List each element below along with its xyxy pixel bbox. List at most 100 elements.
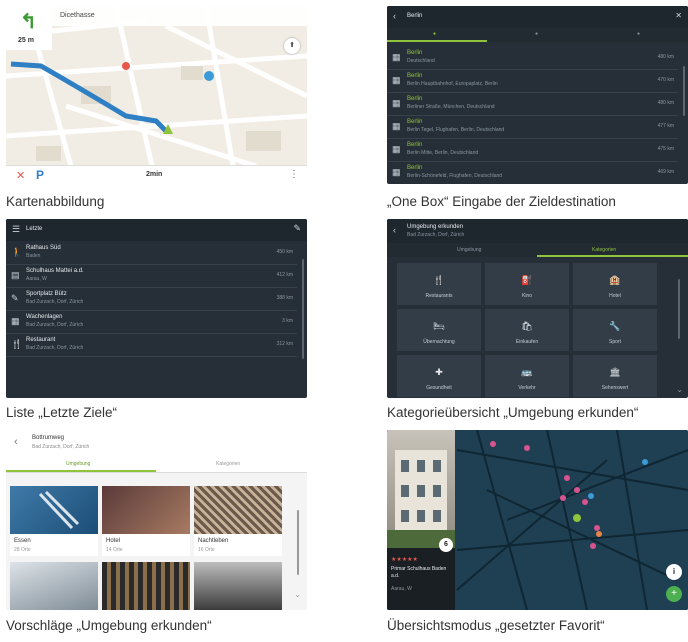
- parking-button[interactable]: P: [36, 168, 44, 182]
- back-icon[interactable]: ‹: [393, 225, 396, 235]
- categories-tabs: Umgebung Kategorien: [387, 243, 688, 257]
- category-tile[interactable]: 🏨 Hotel: [573, 263, 657, 305]
- recent-screenshot: ☰ Letzte ✎ 🚶 Rathaus Süd Baden 450 km ▤ …: [6, 219, 307, 398]
- onebox-screenshot: ‹ Berlin ✕ ● ● ● ▦ Berlin Deutschland 48…: [387, 6, 688, 184]
- building-icon: ▦: [392, 144, 401, 154]
- caption-suggestions: Vorschläge „Umgebung erkunden“: [6, 618, 212, 633]
- street-name: Dicethasse: [60, 12, 95, 19]
- bottom-bar: ✕ P 2min ⋮: [6, 165, 307, 184]
- categories-screenshot: ‹ Umgebung erkunden Bad Zurzach, Dorf, Z…: [387, 219, 688, 398]
- recent-header: ☰ Letzte ✎: [6, 219, 307, 241]
- place-name: Primar Schulhaus Baden a.d.: [391, 566, 447, 579]
- building-icon: ▦: [392, 167, 401, 177]
- result-list: ▦ Berlin Deutschland 480 km ▦ Berlin Ber…: [387, 46, 688, 184]
- hotel-photo: [102, 486, 190, 534]
- suggestion-card[interactable]: [194, 562, 282, 610]
- category-tile[interactable]: 🛏 Übernachtung: [397, 309, 481, 351]
- suggestion-card[interactable]: Essen 28 Orte: [10, 486, 98, 556]
- eta-label: 2min: [146, 171, 163, 178]
- calendar-icon: ▦: [11, 316, 20, 326]
- category-tile[interactable]: 🛍 Einkaufen: [485, 309, 569, 351]
- tab-bar: ● ● ●: [387, 28, 688, 42]
- suggestion-card[interactable]: [10, 562, 98, 610]
- caption-overview: Übersichtsmodus „gesetzter Favorit“: [387, 618, 605, 633]
- list-item[interactable]: ▦ Berlin Berliner Straße, München, Deuts…: [387, 92, 678, 116]
- nightlife-photo: [194, 486, 282, 534]
- tab-umgebung[interactable]: Umgebung: [66, 461, 90, 467]
- scrollbar[interactable]: [683, 66, 685, 116]
- suggestions-screenshot: ‹ Bottrumweg Bad Zurzach, Dorf, Zürich U…: [6, 430, 307, 610]
- search-query[interactable]: Berlin: [407, 13, 422, 19]
- tab-umgebung[interactable]: Umgebung: [457, 247, 481, 253]
- building-icon: ▦: [392, 75, 401, 85]
- navigate-button[interactable]: +: [666, 586, 682, 602]
- building-icon: ▦: [392, 52, 401, 62]
- category-tile[interactable]: ⛽ Kino: [485, 263, 569, 305]
- school-icon: ▤: [11, 270, 20, 280]
- suggestions-subtitle: Bad Zurzach, Dorf, Zürich: [32, 444, 90, 450]
- suggestion-card[interactable]: Hotel 14 Orte: [102, 486, 190, 556]
- mute-icon[interactable]: ✕: [16, 169, 25, 182]
- maneuver-panel: ↰ 25 m: [6, 6, 52, 50]
- tab-active-indicator: [387, 40, 487, 42]
- recent-list: 🚶 Rathaus Süd Baden 450 km ▤ Schulhaus M…: [6, 241, 307, 398]
- tab-2[interactable]: ●: [535, 31, 538, 37]
- recent-title: Letzte: [26, 226, 43, 232]
- category-tile[interactable]: 🚌 Verkehr: [485, 355, 569, 397]
- list-item[interactable]: ▤ Schulhaus Mattei a.d. Aarau, W 412 km: [6, 264, 297, 288]
- tab-kategorien[interactable]: Kategorien: [216, 461, 240, 467]
- list-item[interactable]: ▦ Berlin Deutschland 480 km: [387, 46, 678, 70]
- count-badge[interactable]: 6: [439, 538, 453, 552]
- info-button[interactable]: i: [666, 564, 682, 580]
- tab-1[interactable]: ●: [433, 31, 436, 37]
- sport-icon: ✎: [11, 293, 19, 303]
- restaurant-icon: 🍴: [11, 339, 23, 349]
- favorite-card[interactable]: 6 ★★★★★ Primar Schulhaus Baden a.d. Aara…: [387, 430, 455, 610]
- place-address: Aarau, W: [391, 586, 412, 592]
- category-tile[interactable]: 🔧 Sport: [573, 309, 657, 351]
- chevron-down-icon[interactable]: ⌄: [676, 385, 683, 394]
- list-item[interactable]: ✎ Sportplatz Bütz Bad Zurzach, Dorf, Zür…: [6, 287, 297, 311]
- list-item[interactable]: ▦ Berlin Berlin-Schönefeld, Flughafen, D…: [387, 161, 678, 184]
- chevron-down-icon[interactable]: ⌄: [294, 590, 301, 599]
- list-item[interactable]: ▦ Wachenlagen Bad Zurzach, Dorf, Zürich …: [6, 310, 297, 334]
- edit-icon[interactable]: ✎: [293, 223, 301, 234]
- compass-button[interactable]: ⬆: [284, 38, 300, 54]
- back-icon[interactable]: ‹: [393, 11, 396, 21]
- building-illustration: [387, 450, 455, 548]
- maneuver-distance: 25 m: [18, 37, 34, 44]
- list-item[interactable]: ▦ Berlin Berlin Tegel, Flughafen, Berlin…: [387, 115, 678, 139]
- scrollbar[interactable]: [302, 259, 304, 359]
- building-icon: ▦: [392, 121, 401, 131]
- list-item[interactable]: 🚶 Rathaus Süd Baden 450 km: [6, 241, 297, 265]
- search-header: ‹ Berlin ✕: [387, 6, 688, 28]
- fork-knife-icon: [38, 490, 80, 530]
- caption-categories: Kategorieübersicht „Umgebung erkunden“: [387, 405, 639, 420]
- scrollbar[interactable]: [297, 510, 299, 575]
- suggestion-card[interactable]: [102, 562, 190, 610]
- categories-subtitle: Bad Zurzach, Dorf, Zürich: [407, 232, 465, 238]
- scrollbar[interactable]: [678, 279, 680, 339]
- list-item[interactable]: ▦ Berlin Berlin Mitte, Berlin, Deutschla…: [387, 138, 678, 162]
- suggestion-card[interactable]: Nachtleben 16 Orte: [194, 486, 282, 556]
- list-item[interactable]: ▦ Berlin Berlin Hauptbahnhof, Europaplat…: [387, 69, 678, 93]
- tab-kategorien[interactable]: Kategorien: [592, 247, 616, 253]
- tab-3[interactable]: ●: [637, 31, 640, 37]
- list-item[interactable]: 🍴 Restaurant Bad Zurzach, Dorf, Zürich 3…: [6, 333, 297, 357]
- caption-onebox: „One Box“ Eingabe der Zieldestination: [387, 194, 616, 209]
- back-icon[interactable]: ‹: [14, 436, 18, 448]
- close-icon[interactable]: ✕: [675, 11, 682, 20]
- tab-active-indicator: [6, 470, 156, 472]
- menu-icon[interactable]: ⋮: [289, 169, 299, 180]
- turn-left-icon: ↰: [20, 11, 37, 33]
- overview-screenshot: 6 ★★★★★ Primar Schulhaus Baden a.d. Aara…: [387, 430, 688, 610]
- suggestions-tabs: Umgebung Kategorien: [6, 456, 307, 473]
- category-tile[interactable]: 🍴 Restaurants: [397, 263, 481, 305]
- walk-icon: 🚶: [11, 247, 23, 257]
- category-tile[interactable]: 🏛 Sehenswert: [573, 355, 657, 397]
- list-icon: ☰: [12, 224, 21, 234]
- caption-map: Kartenabbildung: [6, 194, 105, 209]
- category-tile[interactable]: ✚ Gesundheit: [397, 355, 481, 397]
- categories-title: Umgebung erkunden: [407, 224, 464, 230]
- street-banner: Dicethasse: [52, 6, 307, 26]
